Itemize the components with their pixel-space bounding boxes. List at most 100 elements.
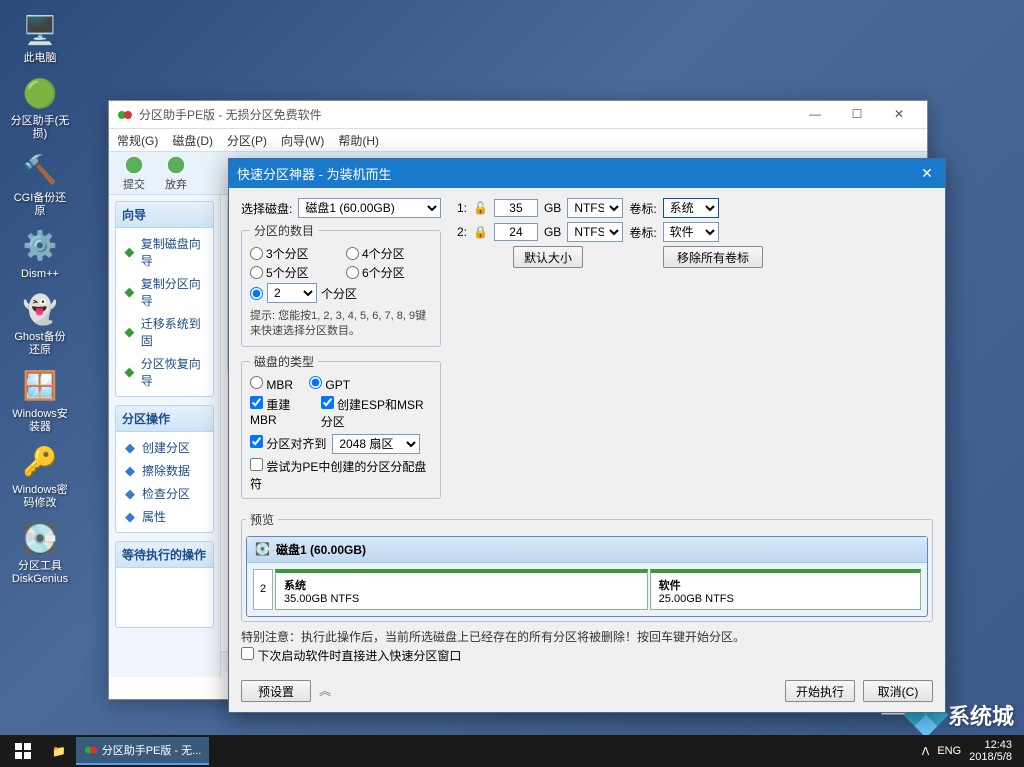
sidebar-group-partition-title: 分区操作 [115, 405, 214, 432]
icon-label: Dism++ [10, 268, 70, 281]
radio-4-partitions[interactable]: 4个分区 [346, 245, 432, 262]
partition-2-label-select[interactable]: 软件 [663, 222, 719, 242]
menu-item-4[interactable]: 帮助(H) [338, 132, 379, 149]
desktop-icon-1[interactable]: 🟢分区助手(无损) [10, 73, 70, 141]
radio-gpt[interactable]: GPT [309, 376, 350, 392]
checkbox-create-esp-msr[interactable]: 创建ESP和MSR分区 [321, 396, 432, 430]
radio-mbr[interactable]: MBR [250, 376, 293, 392]
sidebar-item[interactable]: ◆擦除数据 [120, 459, 209, 482]
start-button[interactable]: 开始执行 [785, 680, 855, 702]
preview-partition-1: 系统 35.00GB NTFS [275, 569, 648, 610]
toolbar-discard-button[interactable]: 放弃 [159, 152, 193, 194]
dialog-title: 快速分区神器 - 为装机而生 [237, 164, 917, 183]
taskbar-explorer[interactable]: 📁 [44, 737, 74, 765]
tray-chevron-icon[interactable]: ᐱ [922, 745, 930, 758]
start-button[interactable] [4, 735, 42, 767]
desktop-icon-2[interactable]: 🔨CGI备份还原 [10, 150, 70, 218]
sidebar-item-label: 迁移系统到固 [141, 315, 207, 349]
folder-icon: 📁 [52, 745, 66, 758]
icon-image: 🔑 [20, 442, 60, 482]
preset-button[interactable]: 预设置 [241, 680, 311, 702]
partition-2-size-input[interactable] [494, 223, 538, 241]
discard-icon [165, 154, 187, 176]
taskbar-app[interactable]: 分区助手PE版 - 无... [76, 737, 210, 765]
sidebar: 向导 ◆复制磁盘向导◆复制分区向导◆迁移系统到固◆分区恢复向导 分区操作 ◆创建… [109, 195, 221, 677]
partition-count-legend: 分区的数目 [250, 222, 318, 239]
desktop-icon-5[interactable]: 🪟Windows安装器 [10, 366, 70, 434]
taskbar: 📁 分区助手PE版 - 无... ᐱ ENG 12:43 2018/5/8 [0, 735, 1024, 767]
radio-5-partitions[interactable]: 5个分区 [250, 264, 336, 281]
lock-icon[interactable]: 🔓 [473, 201, 488, 215]
sidebar-item-icon: ◆ [122, 509, 138, 525]
radio-6-partitions[interactable]: 6个分区 [346, 264, 432, 281]
minimize-button[interactable]: — [795, 104, 835, 126]
disk-icon: 💽 [255, 542, 270, 556]
icon-label: CGI备份还原 [10, 192, 70, 218]
sidebar-item-label: 擦除数据 [142, 462, 190, 479]
app-icon [84, 743, 98, 757]
remove-labels-button[interactable]: 移除所有卷标 [663, 246, 763, 268]
align-value-select[interactable]: 2048 扇区 [332, 434, 420, 454]
checkbox-pe-drive[interactable]: 尝试为PE中创建的分区分配盘符 [250, 460, 426, 491]
menu-item-0[interactable]: 常规(G) [117, 132, 158, 149]
sidebar-group-wizard-title: 向导 [115, 201, 214, 228]
sidebar-item[interactable]: ◆属性 [120, 505, 209, 528]
sidebar-item[interactable]: ◆创建分区 [120, 436, 209, 459]
cancel-button[interactable]: 取消(C) [863, 680, 933, 702]
desktop-icon-0[interactable]: 🖥️此电脑 [10, 10, 70, 65]
close-button[interactable]: ✕ [879, 104, 919, 126]
system-tray: ᐱ ENG 12:43 2018/5/8 [922, 739, 1020, 763]
icon-label: Windows密码修改 [10, 484, 70, 510]
default-size-button[interactable]: 默认大小 [513, 246, 583, 268]
toolbar-commit-button[interactable]: 提交 [117, 152, 151, 194]
select-disk-dropdown[interactable]: 磁盘1 (60.00GB) [298, 198, 441, 218]
maximize-button[interactable]: ☐ [837, 104, 877, 126]
window-title: 分区助手PE版 - 无损分区免费软件 [139, 106, 795, 123]
preview-disk-header: 💽 磁盘1 (60.00GB) [247, 537, 927, 563]
checkbox-align[interactable]: 分区对齐到 [250, 435, 326, 452]
sidebar-item-icon: ◆ [122, 486, 138, 502]
dialog-titlebar: 快速分区神器 - 为装机而生 ✕ [229, 159, 945, 188]
sidebar-item-icon: ◆ [122, 284, 137, 300]
sidebar-item[interactable]: ◆复制分区向导 [120, 272, 209, 312]
tray-lang[interactable]: ENG [937, 745, 961, 757]
menu-item-1[interactable]: 磁盘(D) [172, 132, 213, 149]
partition-row-2: 2: 🔒 GB NTFS 卷标: 软件 [457, 222, 933, 242]
desktop-icon-6[interactable]: 🔑Windows密码修改 [10, 442, 70, 510]
desktop-icon-3[interactable]: ⚙️Dism++ [10, 226, 70, 281]
commit-icon [123, 154, 145, 176]
icon-label: Ghost备份还原 [10, 331, 70, 357]
sidebar-item-icon: ◆ [122, 463, 138, 479]
radio-3-partitions[interactable]: 3个分区 [250, 245, 336, 262]
sidebar-item-icon: ◆ [122, 244, 137, 260]
sidebar-item[interactable]: ◆复制磁盘向导 [120, 232, 209, 272]
warning-note: 特别注意：执行此操作后，当前所选磁盘上已经存在的所有分区将被删除！按回车键开始分… [241, 628, 933, 645]
checkbox-rebuild-mbr[interactable]: 重建MBR [250, 396, 309, 430]
dialog-close-button[interactable]: ✕ [917, 165, 937, 183]
menu-item-2[interactable]: 分区(P) [227, 132, 267, 149]
lock-icon[interactable]: 🔒 [473, 225, 488, 239]
custom-count-select[interactable]: 2 [267, 283, 317, 303]
menu-item-3[interactable]: 向导(W) [281, 132, 324, 149]
sidebar-item-icon: ◆ [122, 364, 137, 380]
icon-label: 此电脑 [10, 52, 70, 65]
partition-1-size-input[interactable] [494, 199, 538, 217]
desktop-icons: 🖥️此电脑 🟢分区助手(无损) 🔨CGI备份还原 ⚙️Dism++ 👻Ghost备份还原… [10, 10, 70, 587]
radio-custom-partitions[interactable]: 2 个分区 [250, 283, 432, 303]
partition-1-label-select[interactable]: 系统 [663, 198, 719, 218]
sidebar-item-label: 创建分区 [142, 439, 190, 456]
expand-icon[interactable]: ︽ [319, 682, 331, 699]
icon-label: 分区工具DiskGenius [10, 560, 70, 586]
icon-label: 分区助手(无损) [10, 115, 70, 141]
desktop-icon-7[interactable]: 💽分区工具DiskGenius [10, 518, 70, 586]
partition-1-fs-select[interactable]: NTFS [567, 198, 623, 218]
sidebar-item[interactable]: ◆分区恢复向导 [120, 352, 209, 392]
sidebar-item[interactable]: ◆检查分区 [120, 482, 209, 505]
sidebar-item[interactable]: ◆迁移系统到固 [120, 312, 209, 352]
tray-time: 12:43 [969, 739, 1012, 751]
partition-2-fs-select[interactable]: NTFS [567, 222, 623, 242]
desktop-icon-4[interactable]: 👻Ghost备份还原 [10, 289, 70, 357]
checkbox-auto-open[interactable]: 下次启动软件时直接进入快速分区窗口 [241, 649, 461, 663]
sidebar-item-label: 属性 [142, 508, 166, 525]
sidebar-item-icon: ◆ [122, 440, 138, 456]
